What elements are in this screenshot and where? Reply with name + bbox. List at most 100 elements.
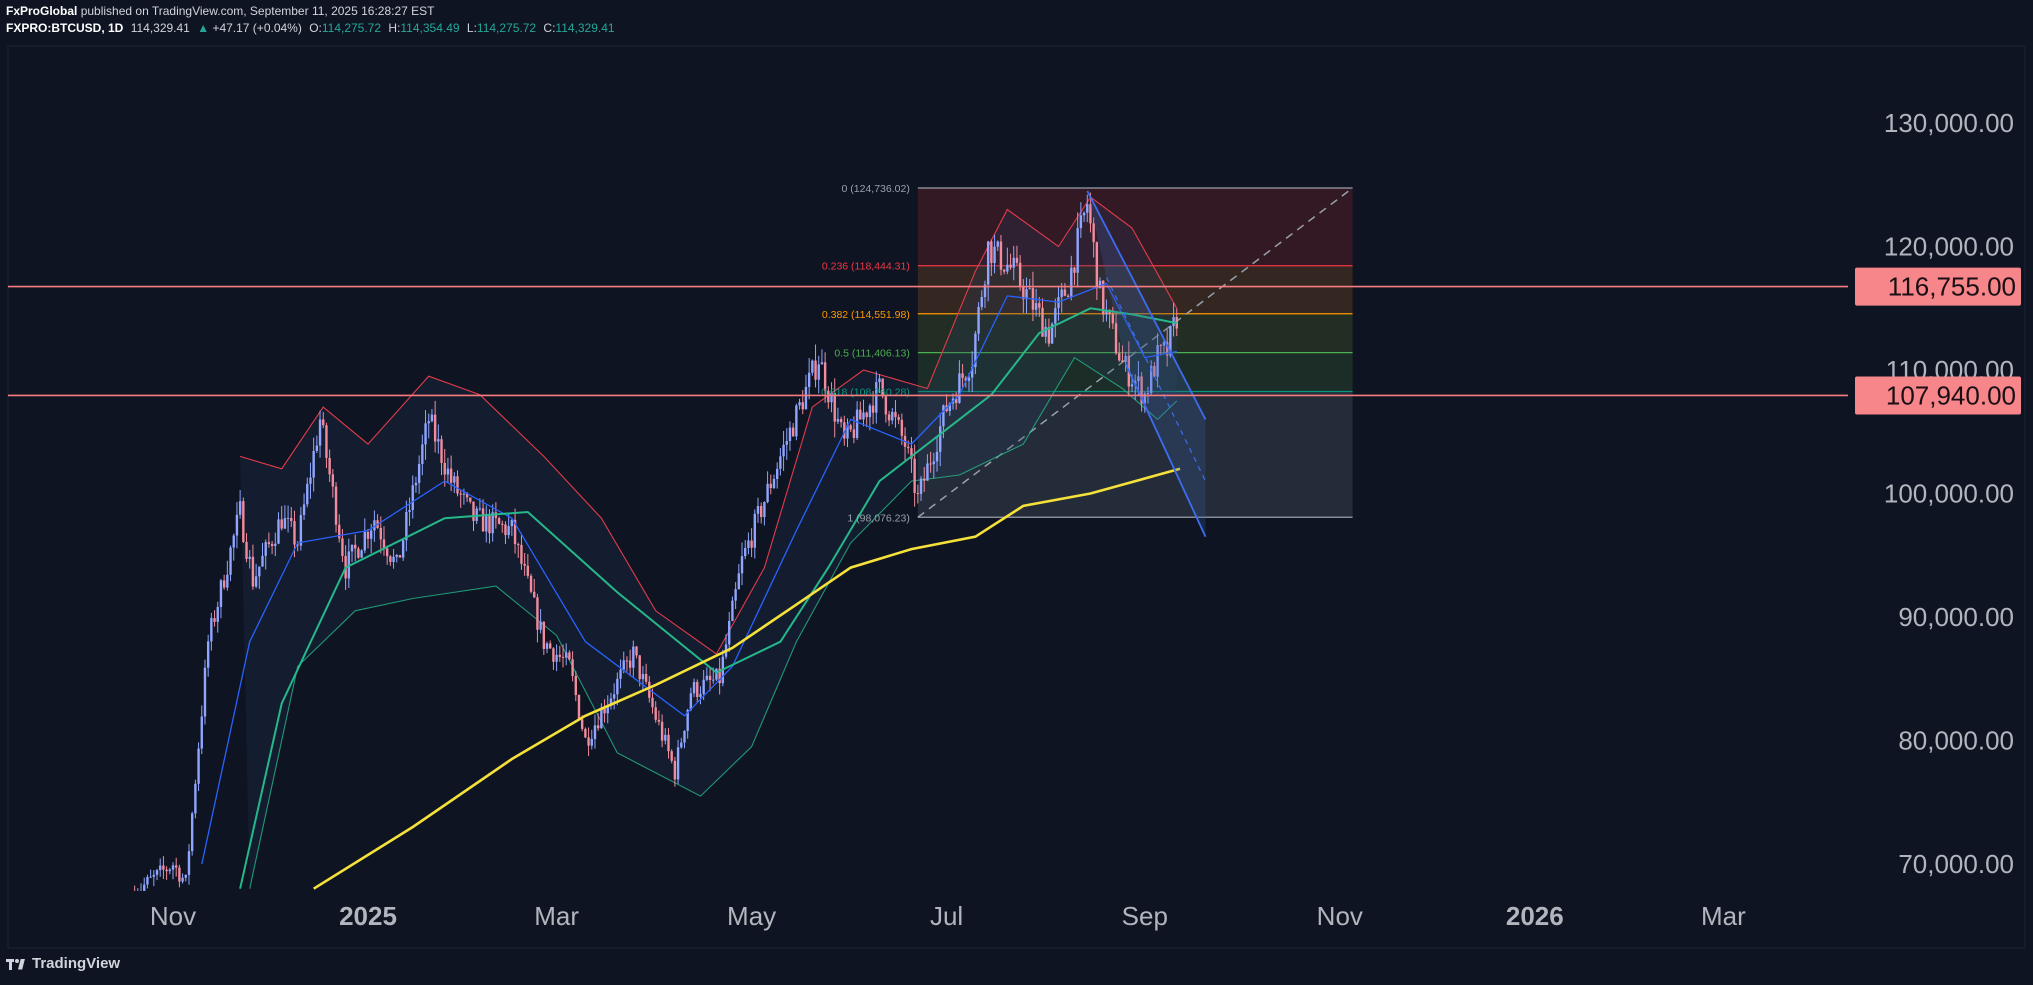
candle-body xyxy=(478,508,482,510)
y-tick-label: 80,000.00 xyxy=(1898,726,2014,756)
candle-body xyxy=(395,554,398,557)
candle-body xyxy=(133,895,135,902)
candle-body xyxy=(849,425,852,430)
candle-body xyxy=(437,439,440,442)
candle-body xyxy=(309,477,312,484)
candle-body xyxy=(174,865,178,868)
candle-body xyxy=(536,597,539,630)
candle-body xyxy=(587,737,590,746)
symbol-label[interactable]: FXPRO:BTCUSD, 1D xyxy=(6,21,123,35)
price-chart[interactable]: 70,000.0080,000.0090,000.00100,000.00110… xyxy=(0,0,2033,985)
candle-body xyxy=(238,501,242,515)
candle-body xyxy=(865,412,868,418)
publisher-name[interactable]: FxProGlobal xyxy=(6,4,77,18)
candle-body xyxy=(923,478,926,481)
candle-body xyxy=(986,241,990,285)
candle-body xyxy=(958,373,961,403)
x-tick-label: Mar xyxy=(1701,901,1746,931)
fib-level-label-1: 0.236 (118,444.31) xyxy=(822,261,910,273)
candle-body xyxy=(852,429,856,438)
candle-body xyxy=(916,492,920,494)
candle-body xyxy=(775,468,779,479)
candle-body xyxy=(190,813,194,852)
candle-body xyxy=(779,456,782,469)
candle-body xyxy=(242,501,245,542)
fib-level-label-0: 0 (124,736.02) xyxy=(842,183,910,195)
candle-body xyxy=(274,543,277,547)
candle-body xyxy=(408,510,411,512)
candle-body xyxy=(1018,262,1022,287)
candle-body xyxy=(734,589,737,601)
candle-body xyxy=(1082,212,1086,216)
candle-body xyxy=(1006,264,1009,272)
candle-body xyxy=(795,405,798,437)
candle-body xyxy=(654,707,657,720)
candle-body xyxy=(318,419,322,446)
candle-body xyxy=(472,501,475,521)
candle-body xyxy=(939,426,942,452)
candle-body xyxy=(814,360,817,380)
candle-body xyxy=(360,550,363,558)
x-tick-label: 2025 xyxy=(339,901,397,931)
price-change: +47.17 (+0.04%) xyxy=(212,21,302,35)
candle-body xyxy=(632,646,635,668)
candle-body xyxy=(517,544,520,546)
candle-body xyxy=(219,580,223,607)
candle-body xyxy=(485,514,488,532)
candle-body xyxy=(341,538,344,556)
candle-body xyxy=(996,241,999,247)
candle-body xyxy=(283,518,287,529)
candle-body xyxy=(897,417,900,420)
candle-body xyxy=(571,659,574,676)
tradingview-footer[interactable]: TradingView xyxy=(6,955,120,972)
y-tick-label: 100,000.00 xyxy=(1884,479,2014,509)
plot-area[interactable] xyxy=(133,187,1354,907)
y-axis[interactable]: 70,000.0080,000.0090,000.00100,000.00110… xyxy=(1884,108,2014,879)
candle-body xyxy=(807,372,811,387)
candle-body xyxy=(264,542,267,556)
candle-body xyxy=(389,556,392,563)
y-tick-label: 130,000.00 xyxy=(1884,108,2014,138)
candle-body xyxy=(469,497,472,502)
candle-body xyxy=(162,865,165,870)
candle-body xyxy=(322,419,325,426)
candle-body xyxy=(213,618,216,622)
candle-body xyxy=(590,738,593,746)
candle-body xyxy=(942,405,945,427)
candle-body xyxy=(401,540,405,558)
candle-body xyxy=(542,621,546,649)
x-tick-label: Nov xyxy=(150,901,196,931)
candle-body xyxy=(763,502,766,518)
candle-body xyxy=(194,783,197,814)
candle-body xyxy=(1015,257,1019,263)
candle-body xyxy=(366,531,370,539)
candle-body xyxy=(350,544,354,552)
candle-body xyxy=(731,600,734,621)
candle-body xyxy=(187,851,191,875)
candle-body xyxy=(907,446,910,449)
candle-body xyxy=(878,378,881,383)
candle-body xyxy=(1079,215,1083,229)
candle-body xyxy=(251,556,255,587)
candle-body xyxy=(235,514,239,536)
last-price: 114,329.41 xyxy=(130,21,190,35)
candle-body xyxy=(1073,267,1076,273)
candle-body xyxy=(836,419,840,422)
candle-body xyxy=(248,556,251,559)
candle-body xyxy=(1111,314,1115,324)
candle-body xyxy=(501,523,504,525)
up-arrow-icon: ▲ xyxy=(197,21,210,35)
candle-body xyxy=(462,493,466,495)
candle-body xyxy=(440,439,443,463)
candle-body xyxy=(290,517,293,522)
candle-body xyxy=(644,673,648,682)
candle-body xyxy=(357,548,360,558)
candle-body xyxy=(737,573,741,590)
x-axis[interactable]: Nov 2025 Mar May Jul Sep Nov 2026 Mar xyxy=(150,901,1746,931)
candle-body xyxy=(149,876,152,878)
candle-body xyxy=(421,444,424,465)
fib-level-label-5: 1 (98,076.23) xyxy=(847,512,909,524)
candle-body xyxy=(932,461,936,465)
candle-body xyxy=(1044,326,1047,337)
candle-body xyxy=(868,405,872,418)
